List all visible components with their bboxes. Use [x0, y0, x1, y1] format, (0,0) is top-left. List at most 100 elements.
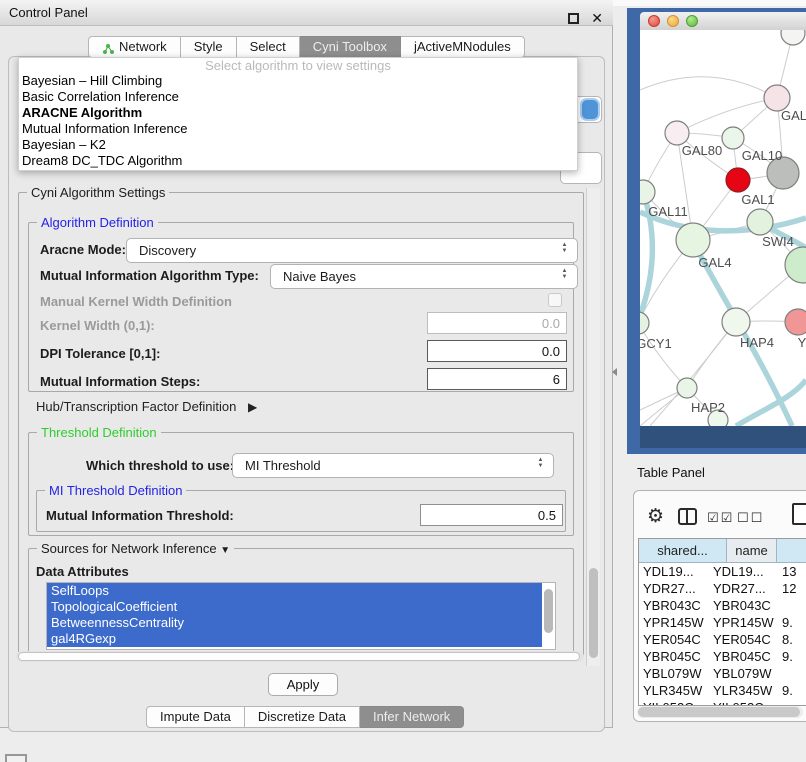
deselect-all-checkboxes-icon[interactable]: ☐☐ — [737, 510, 764, 526]
settings-hscrollbar[interactable] — [16, 651, 584, 662]
tab-select-label: Select — [250, 37, 286, 57]
dropdown-item[interactable]: Dream8 DC_TDC Algorithm — [19, 153, 577, 169]
cell: YBL079W — [713, 665, 778, 682]
network-window[interactable]: GAL GAL80 GAL10 GAL1 GAL11 SWI4 GAL4 GCY… — [627, 8, 806, 454]
network-node[interactable] — [781, 30, 805, 45]
dropdown-item[interactable]: Basic Correlation Inference — [19, 89, 577, 105]
panel-splitter-handle[interactable] — [612, 368, 617, 376]
minimize-traffic-light[interactable] — [667, 15, 679, 27]
table-hscrollbar[interactable] — [637, 706, 803, 718]
table-row[interactable]: YDR27... YDR27... 12 — [639, 580, 806, 597]
network-node[interactable] — [640, 180, 655, 204]
settings-vscrollbar[interactable] — [586, 188, 600, 666]
network-node[interactable] — [677, 378, 697, 398]
aracne-mode-combo[interactable]: Discovery ▲▼ — [126, 238, 578, 263]
kernel-width-input[interactable] — [427, 312, 567, 334]
control-panel-title: Control Panel — [9, 5, 88, 20]
table-row[interactable]: YPR145W YPR145W 9. — [639, 614, 806, 631]
network-node[interactable] — [785, 247, 806, 283]
network-node[interactable] — [676, 223, 710, 257]
table-row[interactable]: YBR045C YBR045C 9. — [639, 648, 806, 665]
mi-threshold-group-title: MI Threshold Definition — [45, 483, 186, 498]
node-label: HAP4 — [740, 335, 774, 350]
tab-infer-network[interactable]: Infer Network — [360, 706, 464, 728]
network-node[interactable] — [722, 127, 744, 149]
close-traffic-light[interactable] — [648, 15, 660, 27]
column-header-partial[interactable] — [777, 539, 806, 563]
network-node[interactable] — [785, 309, 806, 335]
split-columns-icon[interactable] — [678, 508, 697, 525]
cell: YBL079W — [639, 665, 713, 682]
which-threshold-value: MI Threshold — [245, 458, 321, 473]
algorithm-dropdown-popup: Select algorithm to view settings Bayesi… — [18, 57, 578, 171]
node-label: Y — [798, 335, 806, 350]
table-row[interactable]: YDL19... YDL19... 13 — [639, 563, 806, 580]
tab-cyni-toolbox[interactable]: Cyni Toolbox — [300, 36, 401, 58]
table-row[interactable]: YIL052C YIL052C — [639, 699, 806, 706]
which-threshold-combo[interactable]: MI Threshold ▲▼ — [232, 453, 554, 478]
aracne-mode-label: Aracne Mode: — [40, 242, 126, 257]
data-attributes-label: Data Attributes — [36, 564, 129, 579]
settings-hscrollbar-thumb[interactable] — [18, 652, 580, 661]
mi-algorithm-type-combo[interactable]: Naive Bayes ▲▼ — [270, 264, 578, 289]
tab-jactivemnodules-label: jActiveMNodules — [414, 37, 511, 57]
sources-title-text: Sources for Network Inference — [41, 541, 217, 556]
close-icon[interactable]: ✕ — [591, 9, 603, 27]
network-node[interactable] — [665, 121, 689, 145]
network-node[interactable] — [722, 308, 750, 336]
network-canvas[interactable]: GAL GAL80 GAL10 GAL1 GAL11 SWI4 GAL4 GCY… — [640, 30, 806, 426]
zoom-traffic-light[interactable] — [686, 15, 698, 27]
collapsed-panel-button[interactable] — [5, 754, 27, 762]
expanded-arrow-icon[interactable]: ▼ — [220, 545, 230, 556]
tab-impute-data[interactable]: Impute Data — [146, 706, 245, 728]
tab-discretize-data[interactable]: Discretize Data — [245, 706, 360, 728]
spinner-arrows-icon: ▲▼ — [535, 457, 546, 469]
list-item[interactable]: gal4RGexp — [47, 631, 542, 647]
list-item[interactable]: SelfLoops — [47, 583, 542, 599]
node-label: GAL10 — [742, 148, 782, 163]
list-item[interactable]: TopologicalCoefficient — [47, 599, 542, 615]
float-window-button[interactable] — [568, 13, 579, 24]
node-label: GAL11 — [648, 204, 688, 219]
table-row[interactable]: YER054C YER054C 8. — [639, 631, 806, 648]
dropdown-item-selected[interactable]: ARACNE Algorithm — [19, 105, 577, 121]
select-all-checkboxes-icon[interactable]: ☑☑ — [707, 510, 734, 526]
network-graph[interactable]: GAL GAL80 GAL10 GAL1 GAL11 SWI4 GAL4 GCY… — [640, 30, 806, 426]
hub-definition-toggle[interactable]: Hub/Transcription Factor Definition ▶ — [36, 399, 257, 414]
data-attributes-list[interactable]: SelfLoops TopologicalCoefficient Between… — [46, 582, 556, 650]
tab-jactivemnodules[interactable]: jActiveMNodules — [401, 36, 525, 58]
tab-network[interactable]: Network — [88, 36, 181, 58]
gear-icon[interactable]: ⚙ — [647, 505, 664, 528]
cell — [778, 699, 806, 706]
list-scrollbar-thumb[interactable] — [544, 589, 553, 633]
dropdown-item[interactable]: Mutual Information Inference — [19, 121, 577, 137]
table-hscrollbar-thumb[interactable] — [638, 707, 800, 717]
tab-style[interactable]: Style — [181, 36, 237, 58]
network-node[interactable] — [640, 312, 649, 334]
column-header-shared-name[interactable]: shared... — [639, 539, 727, 563]
dropdown-item[interactable]: Bayesian – K2 — [19, 137, 577, 153]
network-node-selected[interactable] — [726, 168, 750, 192]
bottom-tabbar: Impute Data Discretize Data Infer Networ… — [146, 706, 464, 728]
table-row[interactable]: YBL079W YBL079W — [639, 665, 806, 682]
column-header-name[interactable]: name — [727, 539, 777, 563]
network-node[interactable] — [747, 209, 773, 235]
dpi-tolerance-input[interactable] — [427, 340, 567, 362]
apply-button[interactable]: Apply — [268, 673, 338, 696]
cell: YBR045C — [639, 648, 713, 665]
network-window-titlebar[interactable] — [640, 12, 806, 30]
settings-vscrollbar-thumb[interactable] — [589, 568, 598, 658]
settings-group-title: Cyni Algorithm Settings — [27, 185, 169, 200]
mi-threshold-field-wrap — [420, 504, 563, 526]
hub-definition-label: Hub/Transcription Factor Definition — [36, 399, 236, 414]
list-item[interactable]: BetweennessCentrality — [47, 615, 542, 631]
dropdown-item[interactable]: Bayesian – Hill Climbing — [19, 73, 577, 89]
mi-steps-input[interactable] — [427, 368, 567, 390]
export-table-icon[interactable] — [792, 503, 806, 525]
table-row[interactable]: YBR043C YBR043C — [639, 597, 806, 614]
manual-kernel-width-checkbox[interactable] — [548, 293, 562, 307]
table-row[interactable]: YLR345W YLR345W 9. — [639, 682, 806, 699]
dropdown-prompt: Select algorithm to view settings — [19, 58, 577, 73]
mi-threshold-input[interactable] — [420, 504, 563, 526]
tab-select[interactable]: Select — [237, 36, 300, 58]
